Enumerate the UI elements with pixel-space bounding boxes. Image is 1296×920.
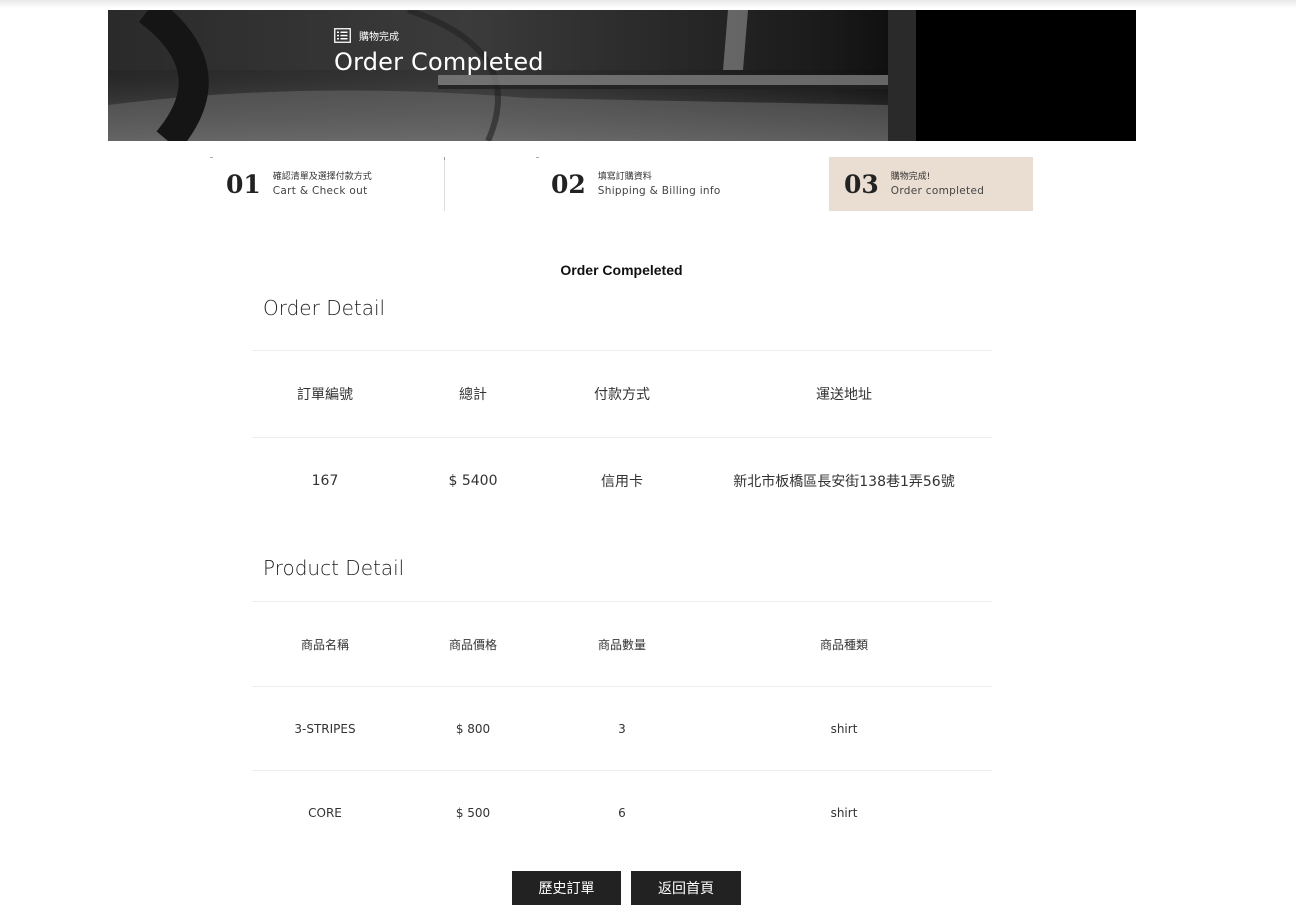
header-product-category: 商品種類: [819, 637, 869, 652]
order-number: 167: [311, 473, 339, 489]
banner-crumb-label: 購物完成: [359, 32, 399, 43]
product-price: $ 800: [455, 721, 491, 736]
table-row: 167 $ 5400 信用卡 新北市板橋區長安街138巷1弄56號: [252, 437, 992, 524]
product-detail-title: Product Detail: [263, 556, 405, 580]
table-row: CORE $ 500 6 shirt: [252, 770, 992, 854]
order-detail-table: 訂單編號 總計 付款方式 運送地址 167 $ 5400 信用卡 新北市板橋區長…: [252, 350, 992, 524]
step-number: 03: [844, 169, 879, 199]
product-name: CORE: [308, 805, 342, 820]
step-cart-checkout: 01 確認清單及選擇付款方式 Cart & Check out: [210, 157, 445, 211]
step-label-en: Order completed: [890, 185, 985, 197]
top-shadow: [0, 0, 1296, 8]
page-heading: Order Compeleted: [560, 262, 683, 278]
product-category: shirt: [830, 721, 858, 736]
product-quantity: 6: [618, 805, 626, 820]
table-header-row: 商品名稱 商品價格 商品數量 商品種類: [252, 601, 992, 686]
checkout-steps: 01 確認清單及選擇付款方式 Cart & Check out 02 填寫訂購資…: [210, 157, 1033, 211]
header-product-price: 商品價格: [448, 637, 498, 652]
step-order-completed-active: 03 購物完成! Order completed: [829, 157, 1033, 211]
back-to-home-button[interactable]: 返回首頁: [631, 871, 741, 905]
header-total: 總計: [459, 387, 487, 403]
order-total: $ 5400: [448, 473, 498, 489]
table-row: 3-STRIPES $ 800 3 shirt: [252, 686, 992, 770]
step-shipping-billing: 02 填寫訂購資料 Shipping & Billing info: [536, 157, 786, 211]
step-number: 01: [226, 169, 261, 199]
banner-background-image: [108, 10, 1136, 141]
hero-banner: 購物完成 Order Completed: [108, 10, 1136, 141]
banner-title: Order Completed: [334, 48, 544, 76]
product-detail-table: 商品名稱 商品價格 商品數量 商品種類 3-STRIPES $ 800 3 sh…: [252, 601, 992, 854]
header-order-number: 訂單編號: [297, 387, 353, 403]
table-header-row: 訂單編號 總計 付款方式 運送地址: [252, 350, 992, 437]
order-detail-title: Order Detail: [263, 296, 386, 320]
step-label-zh: 購物完成!: [890, 172, 931, 182]
step-label-en: Shipping & Billing info: [597, 185, 721, 197]
step-label-zh: 填寫訂購資料: [597, 172, 652, 182]
payment-method: 信用卡: [601, 474, 643, 490]
list-icon: [334, 28, 351, 43]
step-label-en: Cart & Check out: [272, 185, 368, 197]
banner-breadcrumb: 購物完成: [334, 28, 399, 43]
product-price: $ 500: [455, 805, 491, 820]
product-name: 3-STRIPES: [294, 721, 356, 736]
header-product-quantity: 商品數量: [597, 637, 647, 652]
header-product-name: 商品名稱: [300, 637, 350, 652]
header-shipping-address: 運送地址: [816, 387, 872, 403]
header-payment-method: 付款方式: [594, 387, 650, 403]
product-category: shirt: [830, 805, 858, 820]
product-quantity: 3: [618, 721, 626, 736]
step-label-zh: 確認清單及選擇付款方式: [272, 172, 372, 182]
shipping-address: 新北市板橋區長安街138巷1弄56號: [733, 474, 955, 490]
order-history-button[interactable]: 歷史訂單: [512, 871, 621, 905]
step-number: 02: [551, 169, 586, 199]
